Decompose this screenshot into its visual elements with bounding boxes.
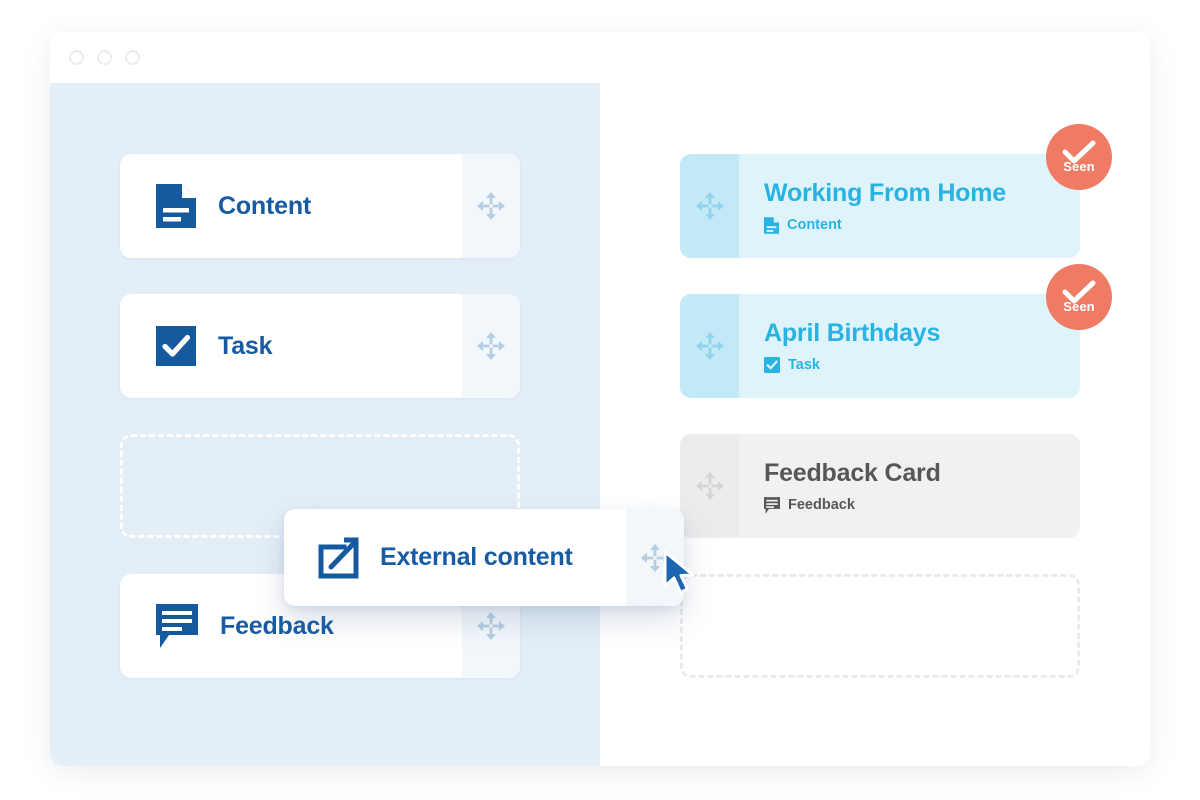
palette-item-label: Content (218, 191, 312, 220)
card-type-palette: Content Task Feedback (120, 154, 520, 714)
board-card-april-birthdays[interactable]: April Birthdays Task Seen (680, 264, 1112, 398)
speech-bubble-icon (156, 604, 198, 648)
board-card-type-label: Content (787, 217, 842, 233)
speech-bubble-icon (764, 496, 780, 514)
check-icon (1062, 280, 1096, 304)
board-card-inner: Feedback Card Feedback (680, 434, 1080, 538)
move-handle-icon[interactable] (680, 294, 739, 398)
workspace: Content Task Feedback Working From Home … (50, 83, 1150, 766)
board-card-feedback-card[interactable]: Feedback Card Feedback (680, 434, 1080, 538)
move-handle-icon[interactable] (462, 154, 520, 258)
board-card-title: April Birthdays (764, 319, 941, 347)
status-badge-seen: Seen (1046, 264, 1112, 330)
external-link-icon (318, 537, 360, 579)
board-card-body: Working From Home Content (739, 154, 1080, 258)
palette-item-task-body: Task (120, 294, 462, 398)
check-icon (1062, 140, 1096, 164)
dragged-card-label: External content (380, 543, 573, 571)
window-dot-maximize[interactable] (125, 50, 140, 65)
dragged-card-body: External content (284, 509, 626, 606)
palette-item-content[interactable]: Content (120, 154, 520, 258)
window-dot-minimize[interactable] (97, 50, 112, 65)
status-badge-label: Seen (1063, 299, 1095, 314)
checkbox-icon (764, 357, 780, 373)
status-badge-seen: Seen (1046, 124, 1112, 190)
browser-title-bar (50, 32, 1150, 83)
board-card-type-label: Task (788, 357, 820, 373)
card-board: Working From Home Content Seen April Bir… (680, 124, 1112, 678)
board-card-title: Feedback Card (764, 458, 941, 487)
document-icon (764, 216, 779, 234)
board-card-body: April Birthdays Task (739, 294, 1080, 398)
move-handle-icon[interactable] (680, 434, 739, 538)
checkbox-icon (156, 326, 196, 366)
board-card-inner: Working From Home Content (680, 154, 1080, 258)
browser-window: Content Task Feedback Working From Home … (50, 32, 1150, 766)
dragged-card-external-content[interactable]: External content (284, 509, 684, 606)
board-card-body: Feedback Card Feedback (739, 434, 1080, 538)
move-handle-icon[interactable] (626, 509, 684, 606)
screenshot-root: Content Task Feedback Working From Home … (0, 0, 1200, 800)
board-card-working-from-home[interactable]: Working From Home Content Seen (680, 124, 1112, 258)
board-card-inner: April Birthdays Task (680, 294, 1080, 398)
board-card-type: Feedback (764, 496, 1080, 514)
move-handle-icon[interactable] (462, 294, 520, 398)
board-card-type-label: Feedback (788, 497, 855, 513)
status-badge-label: Seen (1063, 159, 1095, 174)
palette-item-task[interactable]: Task (120, 294, 520, 398)
palette-item-content-body: Content (120, 154, 462, 258)
move-handle-icon[interactable] (680, 154, 739, 258)
board-pane: Working From Home Content Seen April Bir… (600, 83, 1150, 766)
window-dot-close[interactable] (69, 50, 84, 65)
board-drop-placeholder[interactable] (680, 574, 1080, 678)
board-card-type: Content (764, 216, 1080, 234)
document-icon (156, 184, 196, 228)
palette-item-label: Task (218, 331, 273, 360)
board-card-type: Task (764, 357, 1080, 373)
board-card-title: Working From Home (764, 178, 1006, 207)
palette-pane: Content Task Feedback (50, 83, 600, 766)
palette-item-label: Feedback (220, 611, 334, 640)
